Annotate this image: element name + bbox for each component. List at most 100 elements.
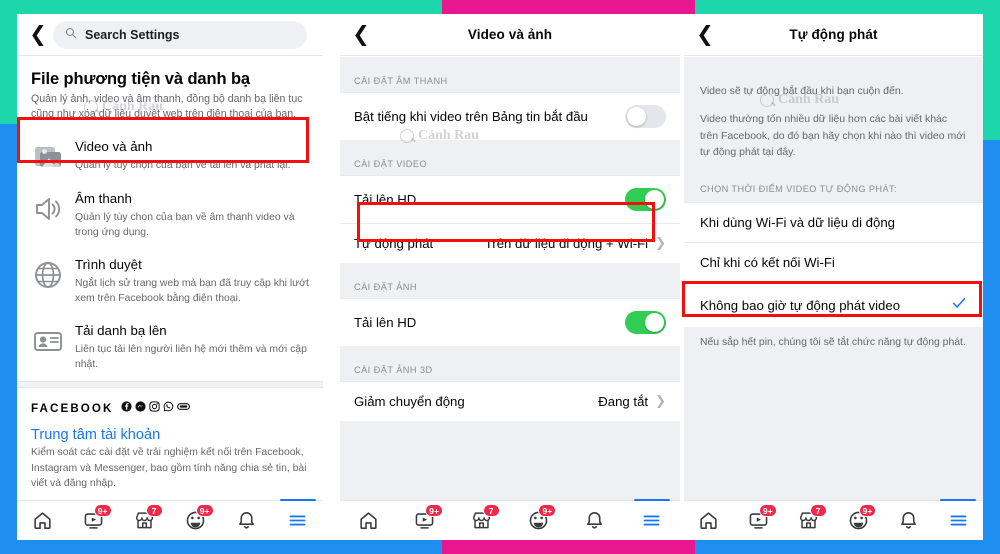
- autoplay-footnote: Nếu sắp hết pin, chúng tôi sẽ tắt chức n…: [684, 327, 983, 349]
- tab-marketplace[interactable]: 7: [789, 503, 829, 538]
- back-button[interactable]: ❮: [27, 24, 49, 45]
- phone-screen-tu-dong-phat: ❮ Tự động phát Video sẽ tự động bắt đầu …: [684, 14, 983, 540]
- chevron-right-icon: ❯: [655, 236, 666, 251]
- settings-item-trinh-duyet[interactable]: Trình duyệt Ngắt lịch sử trang web mà bạ…: [17, 249, 323, 315]
- screenshot-stage: ❮ Search Settings File phương tiện và da…: [0, 0, 1000, 554]
- globe-icon: [31, 258, 65, 292]
- whatsapp-icon: [163, 399, 174, 417]
- setting-row-label: Tải lên HD: [354, 192, 417, 207]
- section-divider: [17, 381, 323, 389]
- settings-item-video-va-anh[interactable]: Video và ảnh Quản lý tùy chọn của bạn về…: [17, 131, 323, 183]
- panel1-tabbar: 9+ 7 9+: [17, 498, 323, 540]
- tab-watch[interactable]: 9+: [739, 503, 779, 538]
- facebook-icon: [120, 399, 132, 417]
- border-band-left-blue: [0, 124, 17, 554]
- border-band-right-blue: [983, 140, 1000, 554]
- panel1-content: File phương tiện và danh bạ Quản lý ảnh,…: [17, 57, 323, 500]
- tab-home[interactable]: [23, 504, 63, 538]
- setting-row-bat-tieng[interactable]: Bật tiếng khi video trên Bảng tin bắt đầ…: [340, 92, 680, 140]
- toggle-tai-len-hd-anh[interactable]: [625, 311, 666, 334]
- tab-groups[interactable]: 9+: [838, 503, 878, 538]
- panel2-tabbar: 9+ 7 9+: [340, 498, 680, 540]
- tab-notifications[interactable]: [227, 504, 267, 538]
- option-label: Khi dùng Wi-Fi và dữ liệu di động: [700, 215, 896, 231]
- search-input[interactable]: Search Settings: [53, 20, 307, 49]
- settings-item-desc: Liên tục tải lên người liên hệ mới thêm …: [75, 344, 307, 371]
- group-label-photo-3d: CÀI ĐẶT ẢNH 3D: [340, 346, 680, 381]
- tab-notifications[interactable]: [888, 504, 928, 538]
- tab-menu[interactable]: [632, 498, 672, 538]
- content-filler: [340, 421, 680, 500]
- option-wifi-and-mobile[interactable]: Khi dùng Wi-Fi và dữ liệu di động: [684, 202, 983, 243]
- settings-item-tai-danh-ba-len[interactable]: Tải danh bạ lên Liên tục tải lên người l…: [17, 315, 323, 381]
- tab-menu[interactable]: [938, 498, 978, 538]
- facebook-family-header: FACEBOOK: [17, 388, 323, 420]
- border-band-bottom-right: [695, 540, 1000, 554]
- tab-home[interactable]: [689, 504, 729, 538]
- account-center-link[interactable]: Trung tâm tài khoản: [17, 420, 323, 445]
- tab-groups[interactable]: 9+: [176, 503, 216, 538]
- toggle-bat-tieng[interactable]: [625, 105, 666, 128]
- tab-marketplace[interactable]: 7: [462, 503, 502, 538]
- back-button[interactable]: ❮: [694, 24, 716, 45]
- speaker-icon: [31, 192, 65, 226]
- setting-row-tai-len-hd-anh[interactable]: Tải lên HD: [340, 298, 680, 346]
- tab-watch[interactable]: 9+: [405, 503, 445, 538]
- panel2-content: CÀI ĐẶT ÂM THANH Bật tiếng khi video trê…: [340, 57, 680, 500]
- settings-item-am-thanh[interactable]: Âm thanh Quản lý tùy chọn của bạn về âm …: [17, 183, 323, 249]
- settings-item-desc: Quản lý tùy chọn của bạn về tải lên và p…: [75, 159, 291, 171]
- account-center-desc: Kiểm soát các cài đặt về trải nghiệm kết…: [31, 447, 307, 490]
- toggle-tai-len-hd-video[interactable]: [625, 188, 666, 211]
- autoplay-description: Video sẽ tự động bắt đầu khi bạn cuộn đế…: [684, 57, 983, 181]
- tab-groups[interactable]: 9+: [518, 503, 558, 538]
- phone-screen-settings: ❮ Search Settings File phương tiện và da…: [17, 14, 323, 540]
- instagram-icon: [148, 399, 160, 417]
- border-band-bottom-middle: [442, 540, 695, 554]
- setting-row-value: Đang tắt: [598, 394, 649, 409]
- tab-notifications[interactable]: [575, 504, 615, 538]
- setting-row-tai-len-hd-video[interactable]: Tải lên HD: [340, 175, 680, 223]
- border-band-bottom-left: [0, 540, 442, 554]
- back-button[interactable]: ❮: [350, 24, 372, 45]
- setting-row-giam-chuyen-dong[interactable]: Giảm chuyển động Đang tắt ❯: [340, 381, 680, 421]
- tab-badge: 7: [482, 503, 500, 517]
- setting-row-tu-dong-phat[interactable]: Tự động phát Trên dữ liệu di động + Wi-F…: [340, 223, 680, 263]
- page-title: Video và ảnh: [467, 27, 553, 42]
- tab-badge: 9+: [858, 503, 877, 517]
- setting-row-label: Bật tiếng khi video trên Bảng tin bắt đầ…: [354, 109, 588, 124]
- autoplay-paragraph-2: Video thường tốn nhiều dữ liệu hơn các b…: [700, 113, 966, 158]
- tab-watch[interactable]: 9+: [74, 503, 114, 538]
- panel2-topbar: ❮ Video và ảnh: [340, 14, 680, 56]
- option-wifi-only[interactable]: Chỉ khi có kết nối Wi-Fi: [684, 242, 983, 283]
- border-band-left-teal: [0, 0, 17, 124]
- panel1-topbar: ❮ Search Settings: [17, 14, 323, 56]
- panel3-content: Video sẽ tự động bắt đầu khi bạn cuộn đế…: [684, 57, 983, 500]
- tab-badge: 7: [145, 503, 163, 517]
- photo-video-icon: [31, 140, 65, 174]
- page-subtitle: Quản lý ảnh, video và âm thanh, đồng bộ …: [31, 93, 303, 121]
- tab-menu[interactable]: [278, 498, 318, 538]
- settings-item-title: Tải danh bạ lên: [75, 323, 167, 339]
- setting-row-label: Tự động phát: [354, 236, 434, 251]
- phone-screen-video-va-anh: ❮ Video và ảnh CÀI ĐẶT ÂM THANH Bật tiến…: [340, 14, 680, 540]
- tab-badge: 9+: [758, 503, 777, 517]
- border-band-top-middle: [442, 0, 695, 14]
- tab-marketplace[interactable]: 7: [125, 503, 165, 538]
- tab-badge: 9+: [93, 503, 112, 517]
- group-label-autoplay-choice: CHỌN THỜI ĐIỂM VIDEO TỰ ĐỘNG PHÁT:: [684, 180, 983, 203]
- page-title: Tự động phát: [789, 27, 878, 42]
- group-label-photo: CÀI ĐẶT ẢNH: [340, 263, 680, 298]
- panel3-tabbar: 9+ 7 9+: [684, 498, 983, 540]
- check-icon: [951, 295, 967, 315]
- option-never-autoplay[interactable]: Không bao giờ tự động phát video: [684, 282, 983, 328]
- chevron-right-icon: ❯: [655, 394, 666, 409]
- border-band-top-right: [695, 0, 1000, 14]
- tab-home[interactable]: [348, 504, 388, 538]
- messenger-icon: [134, 399, 146, 417]
- search-icon: [65, 26, 77, 44]
- setting-row-value: Trên dữ liệu di động + Wi-Fi: [484, 236, 649, 251]
- autoplay-paragraph-1: Video sẽ tự động bắt đầu khi bạn cuộn đế…: [700, 85, 904, 97]
- settings-item-desc: Quản lý tùy chọn của bạn về âm thanh vid…: [75, 211, 295, 238]
- content-filler: [684, 348, 983, 500]
- settings-item-title: Video và ảnh: [75, 138, 153, 154]
